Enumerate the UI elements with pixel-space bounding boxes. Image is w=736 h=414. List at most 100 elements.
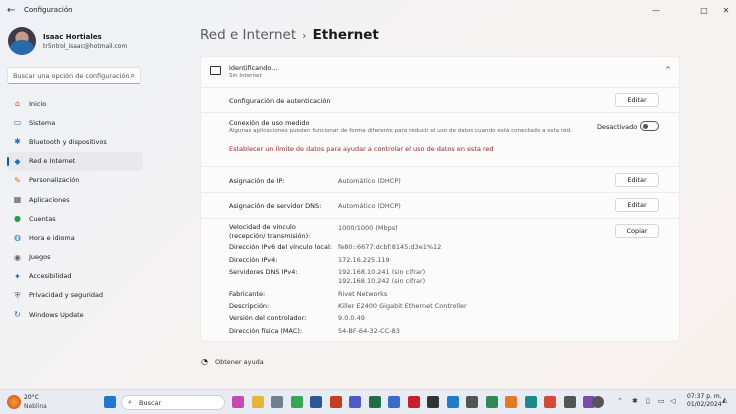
property-label: Dirección física (MAC): — [229, 327, 303, 335]
sidebar-item-system[interactable]: ▭ Sistema — [7, 113, 143, 132]
data-limit-link[interactable]: Establecer un límite de datos para ayuda… — [229, 145, 494, 153]
breadcrumb: Red e Internet › Ethernet — [200, 27, 379, 43]
mail-icon[interactable] — [388, 396, 400, 408]
sidebar-item-label: Personalización — [29, 176, 80, 185]
time-language-icon: ◍ — [14, 233, 21, 243]
metered-state: Desactivado — [597, 123, 638, 131]
auth-label: Configuración de autenticación — [229, 97, 331, 105]
ip-edit-button[interactable]: Editar — [615, 173, 659, 187]
photos-icon[interactable] — [271, 396, 283, 408]
sidebar-item-label: Accesibilidad — [29, 272, 72, 281]
property-label: Fabricante: — [229, 290, 266, 298]
word-icon[interactable] — [310, 396, 322, 408]
property-value: Rivet Networks — [338, 290, 388, 298]
app-title: Configuración — [24, 6, 73, 14]
search-input[interactable]: Buscar una opción de configuración ⌕ — [7, 67, 141, 84]
ethernet-icon — [210, 66, 221, 75]
taskbar-search-label: Buscar — [139, 399, 162, 407]
property-value: 192.168.10.241 (sin cifrar) — [338, 268, 426, 276]
sidebar-item-shield[interactable]: ⛨ Privacidad y seguridad — [7, 286, 143, 305]
sidebar-item-bluetooth[interactable]: ✱ Bluetooth y dispositivos — [7, 132, 143, 151]
weather-icon[interactable] — [7, 395, 21, 409]
sidebar-nav: ⌂ Inicio ▭ Sistema ✱ Bluetooth y dispositivos… — [7, 94, 143, 324]
metered-toggle[interactable] — [640, 121, 659, 131]
sidebar-item-apps[interactable]: ▦ Aplicaciones — [7, 190, 143, 209]
copy-button[interactable]: Copiar — [615, 224, 659, 238]
clock-date: 01/02/2024 — [687, 401, 722, 408]
shield-icon: ⛨ — [14, 290, 21, 300]
sidebar-item-label: Hora e idioma — [29, 233, 75, 242]
clock[interactable]: 07:37 p. m. 01/02/2024 — [687, 393, 722, 409]
minimize-button[interactable]: — — [642, 3, 670, 19]
sidebar-item-accessibility[interactable]: ✦ Accesibilidad — [7, 267, 143, 286]
sidebar-item-label: Bluetooth y dispositivos — [29, 137, 107, 146]
bluetooth-icon[interactable]: ✱ — [632, 397, 638, 405]
sidebar-item-brush[interactable]: ✎ Personalización — [7, 171, 143, 190]
auth-row: Configuración de autenticación Editar — [201, 87, 679, 112]
notification-bell-icon[interactable]: ◭ — [722, 396, 727, 404]
property-value: 172.16.225.119 — [338, 256, 390, 264]
property-value: 9.0.0.49 — [338, 314, 365, 322]
terminal-icon[interactable] — [427, 396, 439, 408]
pdf-icon[interactable] — [407, 396, 420, 408]
weather-desc: Neblina — [24, 403, 47, 410]
volume-icon[interactable]: ◁ — [670, 397, 675, 405]
connection-substatus: Sin Internet — [229, 73, 262, 79]
network-icon[interactable]: ▭ — [658, 397, 665, 405]
chevron-up-icon[interactable]: ^ — [665, 66, 671, 74]
property-label: Descripción: — [229, 302, 270, 310]
sidebar-item-home[interactable]: ⌂ Inicio — [7, 94, 143, 113]
bluetooth-icon: ✱ — [14, 137, 21, 147]
chrome-icon[interactable] — [290, 396, 303, 408]
chevron-up-icon[interactable]: ⌃ — [617, 397, 623, 405]
sidebar-item-label: Windows Update — [29, 310, 84, 319]
sidebar-item-gaming[interactable]: ◉ Juegos — [7, 248, 143, 267]
app-teal-icon[interactable] — [524, 396, 537, 408]
settings-icon[interactable] — [592, 396, 604, 408]
app-green-icon[interactable] — [485, 396, 498, 408]
close-button[interactable]: ✕ — [712, 3, 736, 19]
apps-icon: ▦ — [13, 195, 22, 205]
page-title: Ethernet — [312, 27, 379, 43]
property-label: Dirección IPv6 del vínculo local: — [229, 243, 332, 251]
gaming-icon: ◉ — [14, 252, 21, 262]
media-icon[interactable] — [466, 396, 478, 408]
vscode-icon[interactable] — [446, 396, 459, 408]
help-link[interactable]: ◔ Obtener ayuda — [201, 357, 264, 366]
ip-label: Asignación de IP: — [229, 177, 285, 185]
app-red-icon[interactable] — [544, 396, 556, 408]
property-value: 54-BF-64-32-CC-83 — [338, 327, 400, 335]
ip-value: Automático (DHCP) — [338, 177, 401, 185]
teams-icon[interactable] — [349, 396, 361, 408]
dns-label: Asignación de servidor DNS: — [229, 202, 322, 210]
sidebar-item-update[interactable]: ↻ Windows Update — [7, 305, 143, 324]
taskbar-search[interactable]: ⌕ Buscar — [121, 395, 225, 410]
auth-edit-button[interactable]: Editar — [615, 93, 659, 107]
sidebar-item-time-language[interactable]: ◍ Hora e idioma — [7, 228, 143, 247]
powerpoint-icon[interactable] — [329, 396, 342, 408]
help-label: Obtener ayuda — [214, 357, 264, 366]
breadcrumb-parent[interactable]: Red e Internet — [200, 27, 296, 43]
system-icon: ▭ — [13, 118, 22, 128]
sidebar-item-accounts[interactable]: ● Cuentas — [7, 209, 143, 228]
accounts-icon: ● — [14, 214, 21, 224]
connection-header[interactable]: Identificando... Sin Internet ^ — [201, 57, 679, 87]
mouse-icon[interactable]: ▯ — [646, 397, 650, 405]
start-icon[interactable] — [104, 396, 116, 408]
copilot-icon[interactable] — [232, 396, 244, 408]
search-icon: ⌕ — [128, 398, 132, 406]
property-label: Versión del controlador: — [229, 314, 307, 322]
network-icon: ◆ — [14, 156, 21, 166]
excel-icon[interactable] — [368, 396, 381, 408]
avatar[interactable] — [8, 27, 36, 55]
search-icon: ⌕ — [130, 71, 135, 80]
title-bar: ← Configuración — □ ✕ — [0, 0, 736, 22]
app-orange-icon[interactable] — [505, 396, 517, 408]
dns-edit-button[interactable]: Editar — [615, 198, 659, 212]
app-gray-icon[interactable] — [563, 396, 576, 408]
back-arrow-icon[interactable]: ← — [7, 5, 15, 16]
property-label: Velocidad de vínculo (recepción/ transmi… — [229, 223, 311, 240]
file-explorer-icon[interactable] — [251, 396, 264, 408]
brush-icon: ✎ — [14, 175, 21, 185]
sidebar-item-network[interactable]: ◆ Red e Internet — [7, 151, 143, 171]
